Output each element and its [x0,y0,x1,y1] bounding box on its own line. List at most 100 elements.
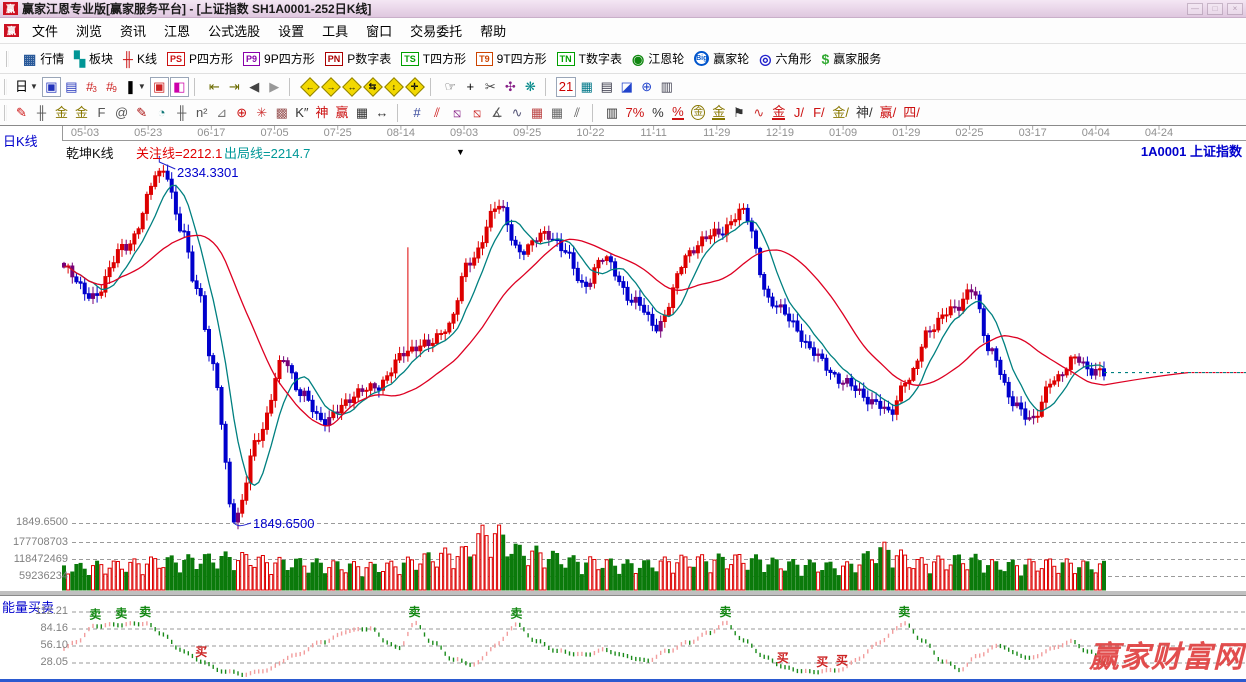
minimize-button[interactable]: — [1187,3,1203,15]
price-chart-canvas[interactable]: 卖卖卖卖卖卖卖买买买买 [0,126,1246,679]
crop-frame-button[interactable]: # [408,103,427,123]
wave-3-chart-button[interactable]: #3 [82,77,101,97]
candle-style-selector-button[interactable]: ❚▼ [122,77,149,97]
menu-item-settings[interactable]: 设置 [269,18,313,43]
kline-button[interactable]: ╫K线 [123,50,157,67]
f-angle-button[interactable]: F/ [809,103,828,123]
expand-vertical-button[interactable]: ↕ [384,77,404,97]
jump-last-button[interactable]: ⇥ [225,77,244,97]
percent-button[interactable]: % [648,103,667,123]
fan-box-red-button[interactable]: ⧅ [468,103,487,123]
menu-item-help[interactable]: 帮助 [471,18,515,43]
shift-right-button[interactable]: → [321,77,341,97]
report-view-button[interactable]: ▤ [62,77,81,97]
menu-item-tools[interactable]: 工具 [313,18,357,43]
crosshair-button[interactable]: + [461,77,480,97]
9p-square-button[interactable]: P99P四方形 [243,50,315,67]
gold-extension-button[interactable]: 金 [72,103,91,123]
symbol-label[interactable]: 1A0001 上证指数 [1141,141,1242,160]
period-label[interactable]: 日K线 [3,131,38,150]
period-day-selector-button[interactable]: 日▼ [12,77,41,97]
price-bars-button[interactable]: ▥ [603,103,622,123]
f-lines-button[interactable]: F [92,103,111,123]
tool-knot-purple-button[interactable]: ✣ [501,77,520,97]
calculator-button[interactable]: ▦ [577,77,596,97]
winner-wheel-button[interactable]: Big赢家轮 [694,50,749,67]
close-button[interactable]: × [1227,3,1243,15]
volume-profile-button[interactable]: ◧ [170,77,189,97]
brush-button[interactable]: ✎ [12,103,31,123]
fan-box-purple-button[interactable]: ⧅ [448,103,467,123]
hexagon-button[interactable]: ◎六角形 [759,50,811,67]
gold-red-line-button[interactable]: 金 [769,103,788,123]
p-number-table-button[interactable]: PNP数字表 [325,50,392,67]
web-box-button[interactable]: ▩ [272,103,291,123]
gann-fan-button[interactable]: ⫽ [428,103,447,123]
wave-9-chart-button[interactable]: #9 [102,77,121,97]
menu-item-trade-entrust[interactable]: 交易委托 [401,18,471,43]
j-angle-button[interactable]: J/ [789,103,808,123]
n-square-button[interactable]: n² [192,103,211,123]
p-square-button[interactable]: PSP四方形 [167,50,233,67]
target-cross-button[interactable]: ⊕ [232,103,251,123]
gold-circle-button[interactable]: 金 [688,103,708,123]
zigzag-wave-button[interactable]: ∿ [508,103,527,123]
save-button[interactable]: ◪ [617,77,636,97]
gann-wheel-button[interactable]: ◉江恩轮 [632,50,684,67]
jump-first-button[interactable]: ⇤ [205,77,224,97]
compress-horizontal-button[interactable]: ⇆ [363,77,383,97]
t-number-table-button[interactable]: TNT数字表 [557,50,622,67]
wave-red-button[interactable]: ∿ [749,103,768,123]
span-arrows-button[interactable]: ↔ [373,103,392,123]
expand-horizontal-button[interactable]: ↔ [342,77,362,97]
cut-ruler-button[interactable]: ✂ [481,77,500,97]
menu-item-gann[interactable]: 江恩 [155,18,199,43]
quotes-button[interactable]: ▦行情 [23,50,64,67]
shen-angle-button[interactable]: 神/ [853,103,876,123]
spider-web-button[interactable]: ✳ [252,103,271,123]
gold-underline-button[interactable]: 金 [709,103,728,123]
maximize-button[interactable]: □ [1207,3,1223,15]
step-forward-button[interactable]: ▶ [265,77,284,97]
winner-service-button[interactable]: $赢家服务 [821,50,881,67]
calendar-21-button[interactable]: 21 [556,77,576,97]
compress-vertical-button[interactable]: ✛ [405,77,425,97]
grid-red-button[interactable]: ▦ [528,103,547,123]
si-angle-button[interactable]: 四/ [900,103,923,123]
gold-section-button[interactable]: 金 [52,103,71,123]
cycle-gauge-button[interactable]: ◔ [152,103,171,123]
9t-square-button[interactable]: T99T四方形 [476,50,547,67]
menu-item-news[interactable]: 资讯 [111,18,155,43]
step-back-button[interactable]: ◀ [245,77,264,97]
pen-line-button[interactable]: ✎ [132,103,151,123]
menu-item-formula-stock-pick[interactable]: 公式选股 [199,18,269,43]
grid-dark-button[interactable]: ▦ [548,103,567,123]
ying-tool-button[interactable]: 赢 [333,103,352,123]
spiral-button[interactable]: @ [112,103,131,123]
ying-angle-button[interactable]: 赢/ [877,103,900,123]
parallel-lines-button[interactable]: ⫽ [568,103,587,123]
sectors-button[interactable]: ▚板块 [74,50,113,67]
menu-item-window[interactable]: 窗口 [357,18,401,43]
shen-tool-button[interactable]: 神 [313,103,332,123]
notes-button[interactable]: ▤ [597,77,616,97]
mirror-angle-button[interactable]: ⊿ [212,103,231,123]
bar-count-button[interactable]: ╫ [172,103,191,123]
percent-change-button[interactable]: 7% [623,103,648,123]
grid-lines-button[interactable]: ╫ [32,103,51,123]
web-sync-button[interactable]: ⊕ [637,77,656,97]
percent-line-button[interactable]: % [668,103,687,123]
menu-item-file[interactable]: 文件 [23,18,67,43]
print-button[interactable]: ▥ [657,77,676,97]
drag-hand-button[interactable]: ☞ [441,77,460,97]
qiankun-pattern-button[interactable]: ▣ [150,77,169,97]
k-quote-button[interactable]: K″ [292,103,311,123]
trend-angle-button[interactable]: ∡ [488,103,507,123]
flag-pen-button[interactable]: ⚑ [729,103,748,123]
gold-angle-button[interactable]: 金/ [829,103,852,123]
menu-item-browse[interactable]: 浏览 [67,18,111,43]
pattern-view-button[interactable]: ▣ [42,77,61,97]
ruler-123-button[interactable]: ▦ [353,103,372,123]
tool-knot-teal-button[interactable]: ❋ [521,77,540,97]
t-square-button[interactable]: TST四方形 [401,50,466,67]
